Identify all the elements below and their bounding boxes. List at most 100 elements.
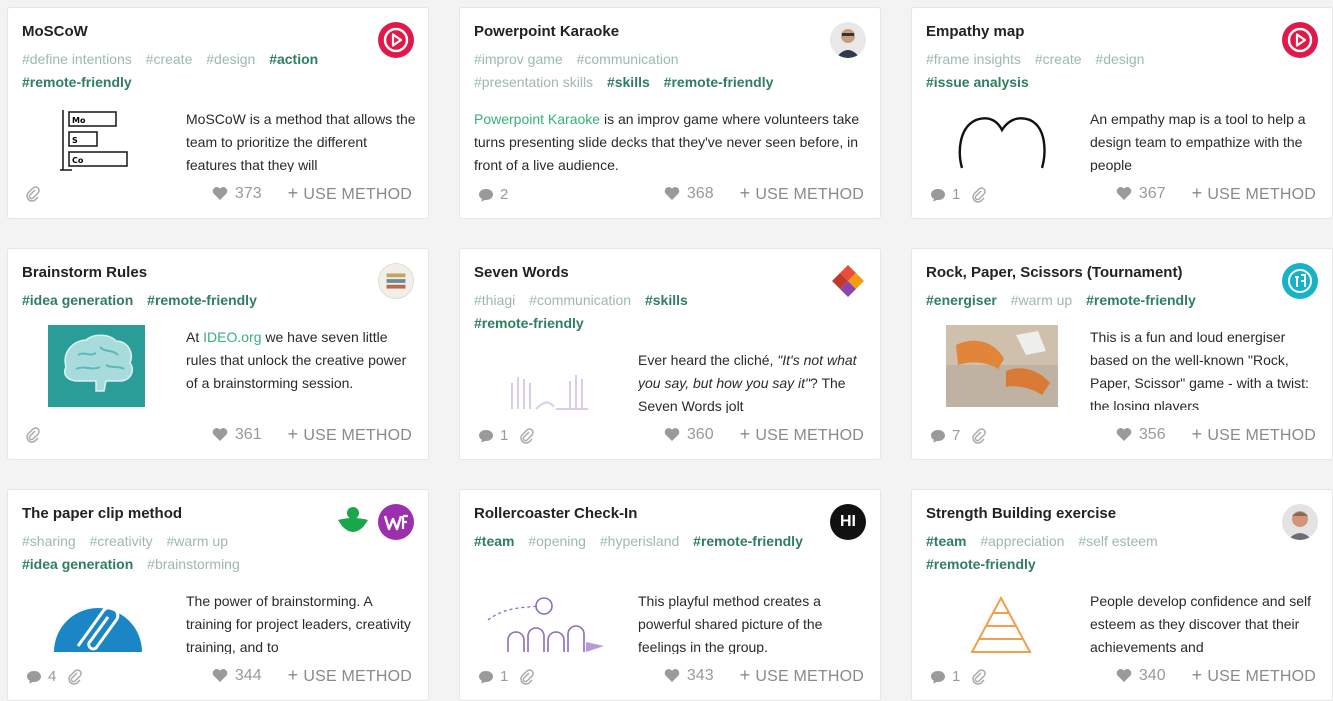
like-button[interactable]: 356 — [1116, 426, 1166, 444]
like-button[interactable]: 360 — [664, 426, 714, 444]
tag[interactable]: #define intentions — [22, 51, 132, 67]
tag[interactable]: #remote-friendly — [147, 292, 257, 308]
comment-count: 1 — [952, 186, 961, 203]
comments[interactable]: 1 — [930, 186, 960, 203]
like-button[interactable]: 343 — [664, 667, 714, 685]
like-button[interactable]: 344 — [212, 667, 262, 685]
card-footer: 7 356 + USE METHOD — [912, 424, 1332, 448]
tag[interactable]: #creativity — [90, 533, 153, 549]
tag[interactable]: #remote-friendly — [926, 556, 1036, 572]
tag[interactable]: #presentation skills — [474, 74, 593, 90]
tag[interactable]: #idea generation — [22, 556, 133, 572]
like-button[interactable]: 361 — [212, 426, 262, 444]
comments[interactable]: 1 — [478, 668, 508, 685]
plus-icon: + — [287, 183, 299, 203]
plus-icon: + — [1191, 424, 1203, 444]
tag[interactable]: #remote-friendly — [1086, 292, 1196, 308]
use-method-button[interactable]: + USE METHOD — [1192, 665, 1316, 686]
method-card-rock-paper-scissors[interactable]: Rock, Paper, Scissors (Tournament) #ener… — [911, 248, 1333, 460]
comment-icon — [27, 670, 41, 683]
card-title[interactable]: MoSCoW — [22, 23, 88, 40]
card-description: An empathy map is a tool to help a desig… — [1090, 111, 1306, 172]
heart-icon — [212, 187, 228, 200]
card-title[interactable]: Rock, Paper, Scissors (Tournament) — [926, 264, 1182, 281]
use-method-button[interactable]: + USE METHOD — [288, 424, 412, 445]
tag[interactable]: #idea generation — [22, 292, 133, 308]
use-method-button[interactable]: + USE METHOD — [740, 424, 864, 445]
tag[interactable]: #frame insights — [926, 51, 1021, 67]
card-title[interactable]: Powerpoint Karaoke — [474, 23, 619, 40]
tag[interactable]: #remote-friendly — [664, 74, 774, 90]
card-title[interactable]: The paper clip method — [22, 505, 182, 522]
comments[interactable]: 1 — [930, 668, 960, 685]
tag[interactable]: #communication — [577, 51, 679, 67]
comment-count: 2 — [500, 186, 509, 203]
card-description: This is a fun and loud energiser based o… — [1090, 329, 1309, 410]
card-title[interactable]: Strength Building exercise — [926, 505, 1116, 522]
comments[interactable]: 4 — [26, 668, 56, 685]
tag[interactable]: #design — [206, 51, 255, 67]
comments[interactable]: 2 — [478, 186, 508, 203]
method-card-powerpoint-karaoke[interactable]: Powerpoint Karaoke #improv game #communi… — [459, 7, 881, 219]
use-method-button[interactable]: + USE METHOD — [288, 665, 412, 686]
like-count: 356 — [1138, 425, 1166, 443]
tag[interactable]: #design — [1095, 51, 1144, 67]
heart-icon — [664, 669, 680, 682]
like-button[interactable]: 373 — [212, 185, 262, 203]
description-link[interactable]: IDEO.org — [203, 329, 261, 345]
method-card-strength-building[interactable]: Strength Building exercise #team #apprec… — [911, 489, 1333, 701]
card-title[interactable]: Seven Words — [474, 264, 569, 281]
tag[interactable]: #self esteem — [1078, 533, 1157, 549]
tag[interactable]: #skills — [607, 74, 650, 90]
tag[interactable]: #create — [146, 51, 193, 67]
method-card-seven-words[interactable]: Seven Words #thiagi #communication #skil… — [459, 248, 881, 460]
tag[interactable]: #remote-friendly — [22, 74, 132, 90]
like-button[interactable]: 368 — [664, 185, 714, 203]
card-title[interactable]: Empathy map — [926, 23, 1024, 40]
tag[interactable]: #communication — [529, 292, 631, 308]
org-logo: HI — [830, 504, 866, 540]
use-method-button[interactable]: + USE METHOD — [1192, 424, 1316, 445]
like-count: 373 — [234, 184, 262, 202]
tag[interactable]: #improv game — [474, 51, 563, 67]
comments[interactable]: 7 — [930, 427, 960, 444]
like-button[interactable]: 340 — [1116, 667, 1166, 685]
use-method-button[interactable]: + USE METHOD — [288, 183, 412, 204]
tag[interactable]: #remote-friendly — [474, 315, 584, 331]
card-description: People develop confidence and self estee… — [1090, 593, 1312, 654]
tag[interactable]: #action — [269, 51, 318, 67]
tag[interactable]: #thiagi — [474, 292, 515, 308]
method-card-paper-clip-method[interactable]: The paper clip method #sharing #creativi… — [7, 489, 429, 701]
tag[interactable]: #issue analysis — [926, 74, 1029, 90]
tag[interactable]: #team — [926, 533, 966, 549]
comments[interactable]: 1 — [478, 427, 508, 444]
user-avatar[interactable] — [830, 22, 866, 58]
tag[interactable]: #warm up — [1011, 292, 1072, 308]
use-method-button[interactable]: + USE METHOD — [1192, 183, 1316, 204]
paper-clip-illustration-icon — [48, 586, 148, 652]
method-card-moscow[interactable]: MoSCoW #define intentions #create #desig… — [7, 7, 429, 219]
method-card-empathy-map[interactable]: Empathy map #frame insights #create #des… — [911, 7, 1333, 219]
description-link[interactable]: Powerpoint Karaoke — [474, 111, 600, 127]
tag[interactable]: #brainstorming — [147, 556, 240, 572]
tag[interactable]: #sharing — [22, 533, 76, 549]
card-title[interactable]: Brainstorm Rules — [22, 264, 147, 281]
like-button[interactable]: 367 — [1116, 185, 1166, 203]
method-card-rollercoaster-check-in[interactable]: Rollercoaster Check-In HI #team #opening… — [459, 489, 881, 701]
use-method-button[interactable]: + USE METHOD — [740, 183, 864, 204]
tag[interactable]: #appreciation — [980, 533, 1064, 549]
tag[interactable]: #opening — [528, 533, 586, 549]
tag[interactable]: #warm up — [167, 533, 228, 549]
brand-logo-icon — [378, 504, 414, 540]
tag[interactable]: #create — [1035, 51, 1082, 67]
heart-icon — [1116, 428, 1132, 441]
tag[interactable]: #team — [474, 533, 514, 549]
tag[interactable]: #remote-friendly — [693, 533, 803, 549]
tag[interactable]: #energiser — [926, 292, 997, 308]
use-method-button[interactable]: + USE METHOD — [740, 665, 864, 686]
user-avatar[interactable] — [1282, 504, 1318, 540]
tag[interactable]: #hyperisland — [600, 533, 679, 549]
method-card-brainstorm-rules[interactable]: Brainstorm Rules #idea generation #remot… — [7, 248, 429, 460]
tag[interactable]: #skills — [645, 292, 688, 308]
card-title[interactable]: Rollercoaster Check-In — [474, 505, 637, 522]
